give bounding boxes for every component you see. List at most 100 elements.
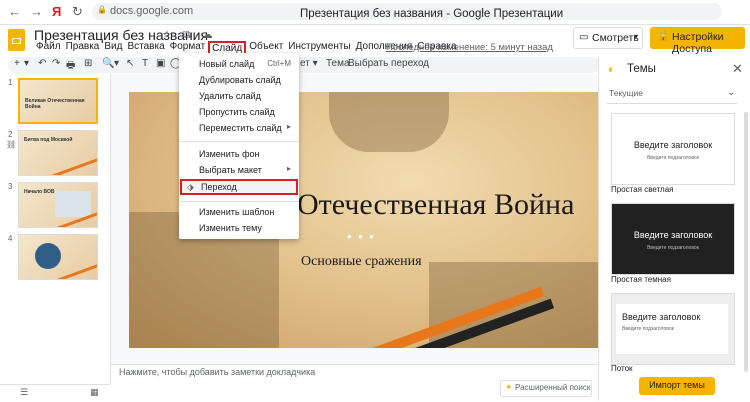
theme-name: Поток bbox=[611, 364, 633, 373]
chevron-down-icon[interactable]: ▾ bbox=[634, 32, 638, 41]
theme-name: Простая светлая bbox=[611, 185, 674, 194]
menu-edit[interactable]: Правка bbox=[64, 41, 102, 55]
chevron-down-icon[interactable]: ▾ bbox=[24, 58, 29, 69]
notes-placeholder: Нажмите, чтобы добавить заметки докладчи… bbox=[119, 367, 316, 377]
slides-logo-icon[interactable] bbox=[8, 29, 25, 51]
theme-card-stream[interactable]: Введите заголовок Введите подзаголовок bbox=[611, 293, 735, 365]
menu-item-choose-layout[interactable]: Выбрать макет ▸ bbox=[179, 163, 299, 178]
import-theme-button[interactable]: Импорт темы bbox=[639, 377, 715, 395]
transition-button[interactable]: Выбрать переход bbox=[348, 58, 429, 69]
theme-subheading: Введите подзаголовок bbox=[647, 245, 699, 251]
submenu-arrow-icon: ▸ bbox=[286, 164, 291, 173]
theme-card-simple-light[interactable]: Введите заголовок Введите подзаголовок bbox=[611, 113, 735, 185]
present-icon: ▭ bbox=[579, 32, 589, 43]
slide-thumbnail-2[interactable]: Битва под Москвой bbox=[18, 130, 98, 176]
menu-item-change-template[interactable]: Изменить шаблон bbox=[179, 205, 299, 220]
menu-item-move-slide[interactable]: Переместить слайд ▸ bbox=[179, 121, 299, 136]
share-label: Настройки Доступа bbox=[672, 31, 724, 55]
menu-item-label: Удалить слайд bbox=[199, 91, 261, 101]
menu-item-change-background[interactable]: Изменить фон bbox=[179, 147, 299, 162]
layout-dropdown[interactable]: ет ▾ bbox=[300, 58, 318, 69]
slide-title[interactable]: Отечественная Война bbox=[297, 188, 574, 222]
thumbnail-title: Начало ВОВ bbox=[24, 189, 55, 195]
present-button[interactable]: ▭ Смотреть ▾ bbox=[573, 27, 643, 49]
yandex-logo[interactable]: Я bbox=[52, 4, 61, 19]
menu-item-label: Выбрать макет bbox=[199, 165, 262, 175]
slide-number: 2 bbox=[8, 130, 13, 139]
slide-menu-dropdown: Новый слайд Ctrl+M Дублировать слайд Уда… bbox=[179, 53, 299, 239]
menu-separator bbox=[179, 141, 299, 142]
thumbnail-title: Великая Отечественная Война bbox=[25, 98, 85, 110]
image-icon[interactable]: ▣ bbox=[156, 58, 165, 69]
forward-icon[interactable]: → bbox=[30, 4, 43, 19]
share-button[interactable]: 🔒 Настройки Доступа bbox=[650, 27, 745, 55]
thumbnail-title: Битва под Москвой bbox=[24, 137, 73, 143]
slide-thumbnail-4[interactable] bbox=[18, 234, 98, 280]
filter-value: Текущие bbox=[609, 88, 643, 98]
menu-item-duplicate-slide[interactable]: Дублировать слайд bbox=[179, 73, 299, 88]
menu-item-label: Новый слайд bbox=[199, 59, 255, 69]
speaker-notes[interactable]: Нажмите, чтобы добавить заметки докладчи… bbox=[111, 364, 597, 381]
star-icon[interactable]: ☆ ⧉ ☁ bbox=[162, 28, 217, 42]
theme-heading: Введите заголовок bbox=[633, 230, 713, 240]
themes-panel: ◐ Темы ✕ Текущие ⌄ Введите заголовок Вве… bbox=[598, 57, 750, 401]
browser-bar: ← → Я ↻ 🔒 docs.google.com Презентация бе… bbox=[0, 0, 750, 25]
text-box-icon[interactable]: T bbox=[142, 58, 148, 69]
toolbar: + ▾ ↶ ↷ 🖶 ⊞ 🔍 ▾ ↖ T ▣ ◯ ╲ ет ▾ Тема Выбр… bbox=[8, 57, 600, 73]
present-label: Смотреть bbox=[592, 32, 639, 44]
theme-subheading: Введите подзаголовок bbox=[622, 326, 674, 332]
lock-icon: 🔒 bbox=[97, 5, 107, 14]
menu-item-new-slide[interactable]: Новый слайд Ctrl+M bbox=[179, 57, 299, 72]
menu-insert[interactable]: Вставка bbox=[125, 41, 166, 55]
paint-format-icon[interactable]: ⊞ bbox=[84, 58, 92, 69]
menu-item-skip-slide[interactable]: Пропустить слайд bbox=[179, 105, 299, 120]
slide-number: 4 bbox=[8, 234, 13, 243]
filmstrip-view-icon[interactable]: ▦ bbox=[90, 387, 99, 398]
new-slide-icon[interactable]: + bbox=[14, 58, 20, 69]
reload-icon[interactable]: ↻ bbox=[72, 4, 83, 20]
window-title: Презентация без названия - Google Презен… bbox=[300, 8, 564, 20]
menu-item-label: Переход bbox=[201, 182, 237, 192]
themes-filter-select[interactable]: Текущие ⌄ bbox=[607, 87, 737, 104]
scrollbar[interactable] bbox=[744, 112, 748, 372]
menu-item-label: Переместить слайд bbox=[199, 123, 282, 133]
menu-item-change-theme[interactable]: Изменить тему bbox=[179, 221, 299, 236]
theme-name: Простая темная bbox=[611, 275, 671, 284]
lock-icon: 🔒 bbox=[657, 31, 670, 42]
explore-button[interactable]: ✦ Расширенный поиск bbox=[500, 380, 592, 397]
menu-item-label: Дублировать слайд bbox=[199, 75, 281, 85]
explore-label: Расширенный поиск bbox=[515, 383, 591, 392]
menu-item-delete-slide[interactable]: Удалить слайд bbox=[179, 89, 299, 104]
zoom-icon[interactable]: 🔍 bbox=[102, 58, 114, 69]
redo-icon[interactable]: ↷ bbox=[52, 58, 60, 69]
select-icon[interactable]: ↖ bbox=[126, 58, 134, 69]
themes-title: Темы bbox=[627, 63, 656, 75]
menu-file[interactable]: Файл bbox=[34, 41, 63, 55]
slide-subtitle[interactable]: Основные сражения bbox=[301, 254, 422, 270]
close-icon[interactable]: ✕ bbox=[732, 61, 743, 77]
menu-separator bbox=[179, 201, 299, 202]
slide-thumbnail-1[interactable]: Великая Отечественная Война bbox=[18, 78, 98, 124]
grid-view-icon[interactable]: ☰ bbox=[20, 387, 28, 398]
last-edit-link[interactable]: Последнее изменение: 5 минут назад bbox=[386, 42, 553, 53]
menu-view[interactable]: Вид bbox=[102, 41, 124, 55]
undo-icon[interactable]: ↶ bbox=[38, 58, 46, 69]
menu-item-label: Пропустить слайд bbox=[199, 107, 275, 117]
thumbnail-map bbox=[55, 191, 91, 217]
theme-button[interactable]: Тема bbox=[326, 58, 350, 69]
url-text: docs.google.com bbox=[110, 5, 194, 17]
explore-icon: ✦ bbox=[505, 382, 513, 392]
print-icon[interactable]: 🖶 bbox=[66, 58, 75, 75]
slide-thumbnail-3[interactable]: Начало ВОВ bbox=[18, 182, 98, 228]
loading-dots: ● ● ● bbox=[347, 232, 376, 241]
filmstrip: 1 Великая Отечественная Война 2 ⛓ Битва … bbox=[0, 74, 111, 384]
palette-icon: ◐ bbox=[608, 62, 616, 76]
chevron-down-icon: ⌄ bbox=[727, 87, 736, 98]
import-label: Импорт темы bbox=[649, 380, 705, 390]
back-icon[interactable]: ← bbox=[8, 4, 21, 19]
link-icon: ⛓ bbox=[6, 140, 17, 149]
menu-item-transition[interactable]: ⬗ Переход bbox=[180, 179, 298, 195]
submenu-arrow-icon: ▸ bbox=[286, 122, 291, 131]
theme-card-simple-dark[interactable]: Введите заголовок Введите подзаголовок bbox=[611, 203, 735, 275]
chevron-down-icon[interactable]: ▾ bbox=[114, 58, 119, 69]
